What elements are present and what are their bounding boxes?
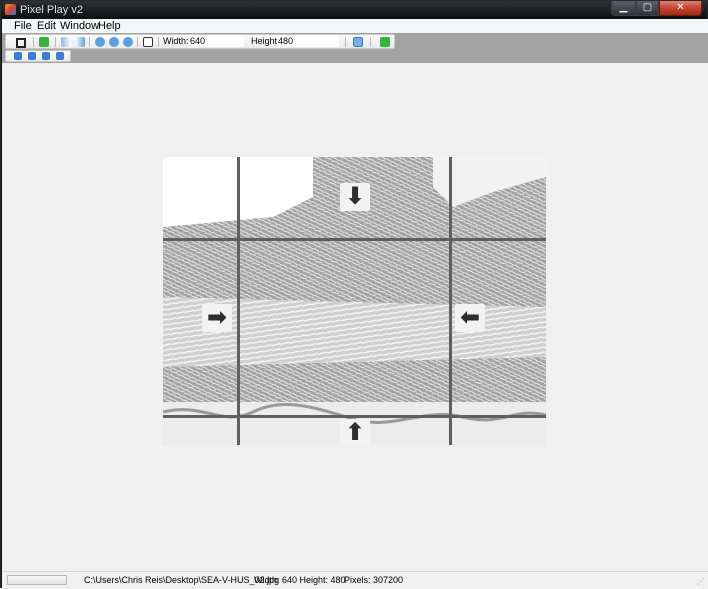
resize-grip-icon[interactable]: ⋰ [697,577,705,586]
guide-line-vertical-2[interactable] [449,157,452,445]
title-bar[interactable]: Pixel Play v2 ▁ ▢ ✕ [1,1,707,19]
rotate-180-icon[interactable] [123,37,133,47]
select-box-icon[interactable] [143,37,153,47]
maximize-button[interactable]: ▢ [636,1,659,16]
effects-toolbar [5,50,71,62]
progress-bar [7,575,67,585]
client-area: File Edit Window Help Width: 640 Height:… [2,19,708,589]
main-toolbar: Width: 640 Height: 480 [5,34,395,49]
arrow-left-icon[interactable]: ⬅ [455,304,485,332]
green-apply-icon[interactable] [39,37,49,47]
app-icon [5,4,16,15]
height-input[interactable]: 480 [277,36,339,47]
effect-4-icon[interactable] [56,52,64,60]
effect-2-icon[interactable] [28,52,36,60]
toolstrip-panel: Width: 640 Height: 480 [2,33,708,63]
toolbar-separator [370,37,371,47]
rotate-left-icon[interactable] [95,37,105,47]
app-window: Pixel Play v2 ▁ ▢ ✕ File Edit Window Hel… [0,0,708,589]
arrow-down-icon[interactable]: ⬇ [340,183,370,211]
close-button[interactable]: ✕ [659,1,702,16]
width-input[interactable]: 640 [189,36,244,47]
effect-1-icon[interactable] [14,52,22,60]
status-file-path: C:\Users\Chris Reis\Desktop\SEA-V-HUS_02… [84,575,280,585]
toolbar-separator [158,37,159,47]
effect-3-icon[interactable] [42,52,50,60]
height-label: Height: [251,36,280,46]
image-canvas[interactable]: ⬇ ➡ ⬅ ⬆ [163,157,546,445]
green-apply-icon[interactable] [380,37,390,47]
menu-file[interactable]: File [14,20,32,32]
arrow-right-icon[interactable]: ➡ [202,304,232,332]
menu-window[interactable]: Window [60,20,99,32]
crop-icon[interactable] [16,38,26,48]
resize-icon[interactable] [353,37,363,47]
status-pixel-count: Pixels: 307200 [344,575,404,585]
menu-bar: File Edit Window Help [2,19,708,33]
flip-vertical-icon[interactable] [75,37,85,47]
toolbar-separator [137,37,138,47]
arrow-up-icon[interactable]: ⬆ [340,419,370,445]
toolbar-separator [55,37,56,47]
status-dimensions: Width: 640 Height: 480 [254,575,346,585]
toolbar-separator [33,37,34,47]
menu-help[interactable]: Help [98,20,121,32]
window-title: Pixel Play v2 [20,4,83,16]
flip-horizontal-icon[interactable] [61,37,71,47]
toolbar-separator [89,37,90,47]
guide-line-vertical-1[interactable] [237,157,240,445]
rotate-right-icon[interactable] [109,37,119,47]
minimize-button[interactable]: ▁ [611,1,636,16]
guide-line-horizontal-2[interactable] [163,415,546,418]
menu-edit[interactable]: Edit [37,20,56,32]
width-label: Width: [163,36,189,46]
toolbar-separator [345,37,346,47]
guide-line-horizontal-1[interactable] [163,238,546,241]
status-bar: C:\Users\Chris Reis\Desktop\SEA-V-HUS_02… [2,571,708,589]
